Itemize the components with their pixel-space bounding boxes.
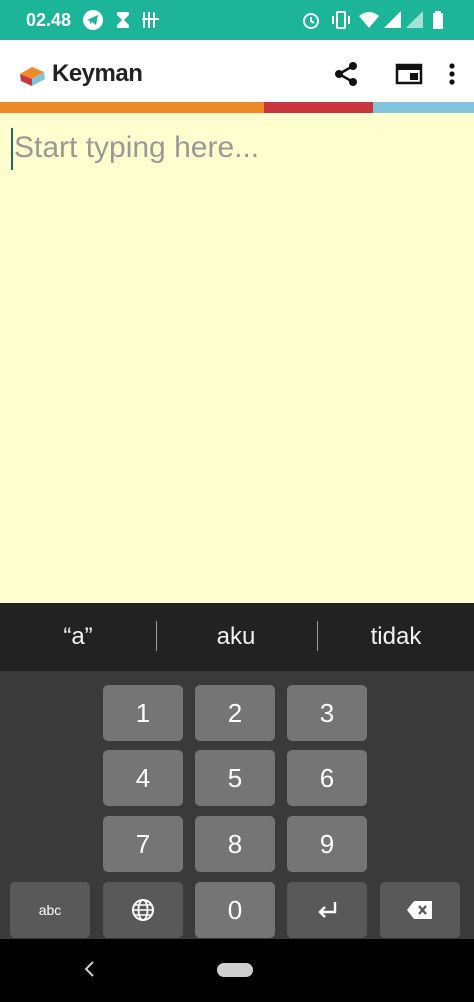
accent-stripe-blue — [373, 102, 474, 113]
suggestion-item[interactable]: tidak — [318, 603, 474, 671]
key-4[interactable]: 4 — [103, 750, 183, 806]
backspace-icon — [407, 901, 432, 919]
key-6[interactable]: 6 — [287, 750, 367, 806]
enter-icon — [318, 902, 337, 918]
key-5[interactable]: 5 — [195, 750, 275, 806]
key-1[interactable]: 1 — [103, 685, 183, 741]
status-time: 02.48 — [26, 10, 72, 30]
key-globe[interactable] — [103, 882, 183, 938]
browser-icon — [395, 63, 423, 85]
accent-stripe-red — [264, 102, 373, 113]
alarm-icon — [303, 13, 319, 29]
suggestion-item[interactable]: “a” — [0, 603, 156, 671]
key-enter[interactable] — [287, 882, 367, 938]
key-abc[interactable]: abc — [10, 882, 90, 938]
key-3[interactable]: 3 — [287, 685, 367, 741]
key-2[interactable]: 2 — [195, 685, 275, 741]
key-0[interactable]: 0 — [195, 882, 275, 938]
home-pill-icon[interactable] — [217, 963, 253, 977]
share-button[interactable] — [330, 58, 362, 90]
key-7[interactable]: 7 — [103, 816, 183, 872]
tally-icon — [142, 12, 159, 28]
signal-icon — [384, 11, 401, 28]
overflow-menu-button[interactable] — [440, 58, 464, 90]
text-editor[interactable] — [0, 113, 474, 603]
hourglass-icon — [117, 12, 129, 28]
editor-placeholder: Start typing here... — [14, 131, 260, 164]
telegram-icon — [83, 10, 103, 30]
globe-icon — [132, 899, 154, 921]
suggestion-item[interactable]: aku — [158, 603, 314, 671]
text-cursor — [11, 128, 13, 170]
key-8[interactable]: 8 — [195, 816, 275, 872]
share-icon — [335, 62, 357, 86]
app-brand-name: Keyman — [52, 60, 143, 87]
vibrate-icon — [332, 11, 350, 29]
battery-icon — [433, 11, 443, 29]
key-backspace[interactable] — [380, 882, 460, 938]
accent-stripe-orange — [0, 102, 264, 113]
key-9[interactable]: 9 — [287, 816, 367, 872]
suggestion-divider — [156, 621, 157, 651]
keyman-logo-icon — [20, 67, 45, 86]
back-icon[interactable] — [82, 957, 98, 981]
open-in-browser-button[interactable] — [393, 58, 425, 90]
wifi-icon — [359, 12, 379, 28]
signal-icon-2 — [406, 11, 423, 28]
overflow-menu-icon — [449, 63, 455, 85]
